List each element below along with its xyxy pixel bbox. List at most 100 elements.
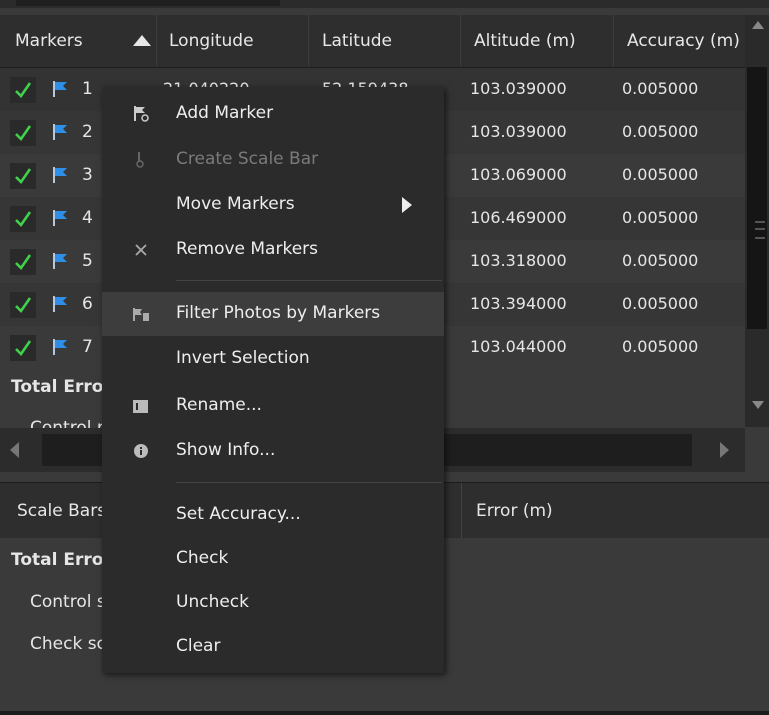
altitude-column-header[interactable]: Altitude (m) [460,15,614,67]
scale-bar-icon [136,152,144,168]
flag-icon [53,253,67,269]
menu-item-uncheck[interactable]: Uncheck [102,581,444,625]
menu-item-rename[interactable]: Rename... [102,384,444,428]
longitude-column-label: Longitude [169,31,254,51]
menu-item-set-accuracy[interactable]: Set Accuracy... [102,493,444,537]
menu-item-label: Filter Photos by Markers [176,303,381,323]
top-strip-block [16,0,280,6]
menu-item-label: Check [176,548,229,568]
control-scale-bars-label: Control s [30,592,106,612]
checkbox-checked[interactable] [10,335,36,361]
longitude-column-header[interactable]: Longitude [156,15,309,67]
menu-item-check[interactable]: Check [102,537,444,581]
scroll-thumb[interactable] [747,67,767,329]
flag-icon [53,296,67,312]
marker-label: 2 [82,122,93,142]
accuracy-cell: 0.005000 [622,337,699,356]
accuracy-cell: 0.005000 [622,251,699,270]
menu-separator [176,280,442,281]
info-icon [134,444,148,458]
menu-separator [176,482,442,483]
menu-item-label: Move Markers [176,194,295,214]
scroll-down-icon[interactable] [752,401,764,409]
sort-ascending-icon[interactable] [133,35,151,46]
marker-label: 4 [82,208,93,228]
altitude-cell: 106.469000 [470,208,567,227]
flag-icon [53,167,67,183]
accuracy-cell: 0.005000 [622,208,699,227]
checkmark-icon [15,82,32,99]
menu-item-label: Uncheck [176,592,249,612]
top-strip [0,0,769,8]
menu-item-label: Create Scale Bar [176,149,319,169]
context-menu: Add Marker Create Scale Bar Move Markers… [102,87,444,673]
scroll-left-icon[interactable] [10,442,19,458]
markers-total-error: Total Error [11,377,112,397]
checkmark-icon [15,211,32,228]
marker-label: 7 [82,337,93,357]
checkmark-icon [15,125,32,142]
menu-item-show-info[interactable]: Show Info... [102,429,444,473]
checkmark-icon [15,254,32,271]
altitude-cell: 103.039000 [470,79,567,98]
accuracy-cell: 0.005000 [622,122,699,141]
checkbox-checked[interactable] [10,120,36,146]
flag-icon [53,210,67,226]
flag-icon [53,124,67,140]
accuracy-cell: 0.005000 [622,79,699,98]
altitude-cell: 103.044000 [470,337,567,356]
altitude-cell: 103.394000 [470,294,567,313]
scale-bars-total-error: Total Error [11,550,112,570]
check-scale-bars-label: Check sc [30,634,106,654]
menu-item-remove-markers[interactable]: Remove Markers [102,228,444,272]
menu-item-label: Rename... [176,395,262,415]
altitude-cell: 103.039000 [470,122,567,141]
column-divider [461,483,462,539]
marker-label: 3 [82,165,93,185]
markers-column-label: Markers [15,31,83,51]
rename-icon [133,400,148,413]
flag-icon [53,81,67,97]
bottom-border [0,711,769,715]
scale-bars-column-header[interactable]: Scale Bars [17,501,106,521]
menu-item-move-markers[interactable]: Move Markers [102,183,444,227]
altitude-cell: 103.069000 [470,165,567,184]
filter-photos-icon [133,308,149,321]
menu-item-label: Remove Markers [176,239,319,259]
menu-item-create-scale-bar[interactable]: Create Scale Bar [102,138,444,182]
scroll-right-icon[interactable] [720,442,729,458]
checkbox-checked[interactable] [10,249,36,275]
latitude-column-label: Latitude [322,31,392,51]
menu-item-clear[interactable]: Clear [102,625,444,669]
accuracy-cell: 0.005000 [622,294,699,313]
scroll-up-icon[interactable] [752,21,764,29]
marker-label: 6 [82,294,93,314]
menu-item-filter-photos[interactable]: Filter Photos by Markers [102,292,444,336]
menu-item-label: Add Marker [176,103,274,123]
add-marker-icon [134,106,149,122]
vertical-scrollbar[interactable] [745,15,769,427]
menu-item-label: Show Info... [176,440,276,460]
latitude-column-header[interactable]: Latitude [308,15,461,67]
flag-icon [53,339,67,355]
altitude-column-label: Altitude (m) [474,31,576,51]
checkmark-icon [15,168,32,185]
menu-item-add-marker[interactable]: Add Marker [102,92,444,136]
checkmark-icon [15,297,32,314]
markers-table-header: Markers Longitude Latitude Altitude (m) … [0,15,745,68]
checkbox-checked[interactable] [10,163,36,189]
accuracy-column-label: Accuracy (m) [627,31,740,51]
error-column-header[interactable]: Error (m) [476,501,553,521]
menu-item-label: Invert Selection [176,348,310,368]
checkbox-checked[interactable] [10,292,36,318]
menu-item-label: Clear [176,636,221,656]
menu-item-label: Set Accuracy... [176,504,301,524]
checkmark-icon [15,340,32,357]
accuracy-column-header[interactable]: Accuracy (m) [613,15,745,67]
checkbox-checked[interactable] [10,77,36,103]
accuracy-cell: 0.005000 [622,165,699,184]
menu-item-invert-selection[interactable]: Invert Selection [102,337,444,381]
grip-icon [755,221,765,239]
checkbox-checked[interactable] [10,206,36,232]
remove-icon [135,244,147,256]
